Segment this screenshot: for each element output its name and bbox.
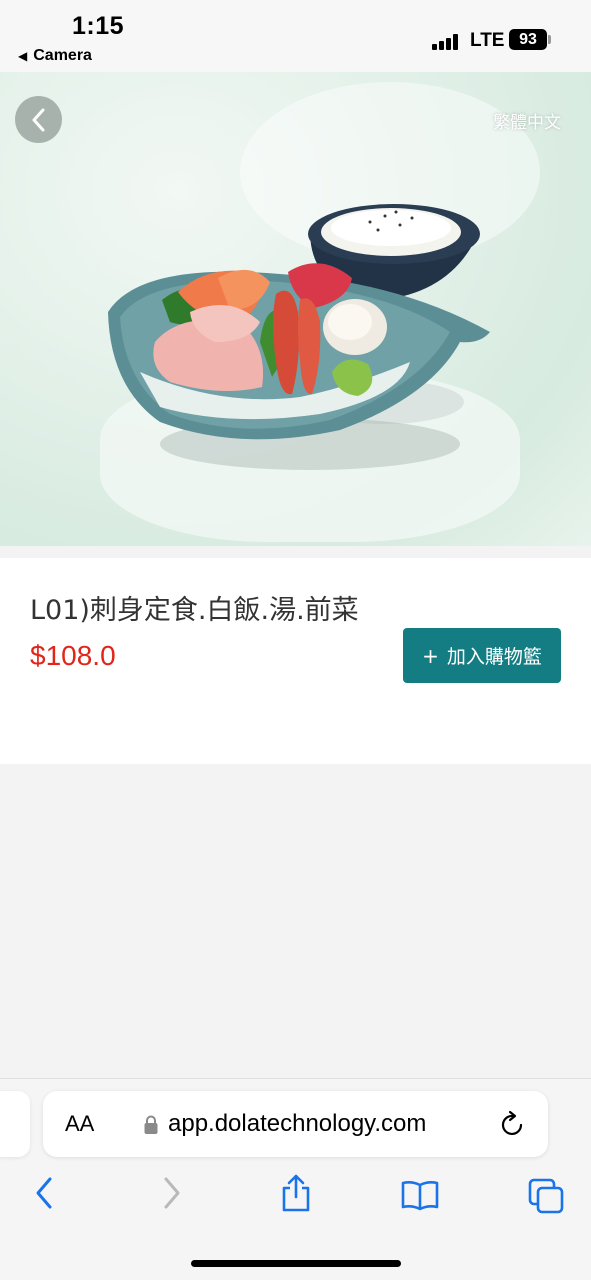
language-toggle[interactable]: 繁體中文	[493, 108, 561, 133]
text-size-button[interactable]: AA	[65, 1111, 94, 1137]
status-bar: 1:15 ◀ Camera LTE 93	[0, 0, 591, 72]
cellular-signal-icon	[432, 34, 462, 50]
product-info-card: L01)刺身定食.白飯.湯.前菜 $108.0 + 加入購物籃	[0, 558, 591, 764]
url-text[interactable]: app.dolatechnology.com	[168, 1110, 426, 1138]
battery-tip	[548, 35, 551, 44]
lock-icon	[144, 1115, 158, 1134]
previous-tab-preview[interactable]	[0, 1091, 30, 1157]
plus-icon: +	[422, 643, 439, 668]
back-app-label: Camera	[33, 47, 92, 64]
chevron-left-icon	[32, 108, 44, 131]
sashimi-set-image	[108, 204, 490, 470]
share-icon[interactable]	[279, 1173, 313, 1213]
browser-forward-icon[interactable]	[158, 1175, 186, 1211]
text-size-label: AA	[65, 1111, 95, 1136]
tabs-icon[interactable]	[527, 1177, 565, 1215]
network-type: LTE	[470, 30, 505, 51]
back-triangle-icon: ◀	[18, 49, 28, 63]
status-time: 1:15	[72, 12, 125, 40]
reload-icon[interactable]	[499, 1109, 527, 1139]
add-to-cart-label: 加入購物籃	[446, 646, 542, 668]
product-title: L01)刺身定食.白飯.湯.前菜	[30, 595, 359, 626]
product-price: $108.0	[30, 640, 116, 671]
home-indicator	[191, 1260, 401, 1267]
address-bar[interactable]: AA app.dolatechnology.com	[43, 1091, 548, 1157]
bookmarks-icon[interactable]	[400, 1179, 440, 1211]
battery-icon: 93	[509, 29, 547, 50]
back-button[interactable]	[15, 96, 62, 143]
back-to-app-link[interactable]: ◀ Camera	[18, 47, 92, 65]
browser-back-icon[interactable]	[30, 1175, 58, 1211]
browser-bottom-bar: AA app.dolatechnology.com	[0, 1078, 591, 1280]
product-hero-image: 繁體中文	[0, 72, 591, 546]
add-to-cart-button[interactable]: + 加入購物籃	[403, 628, 561, 683]
